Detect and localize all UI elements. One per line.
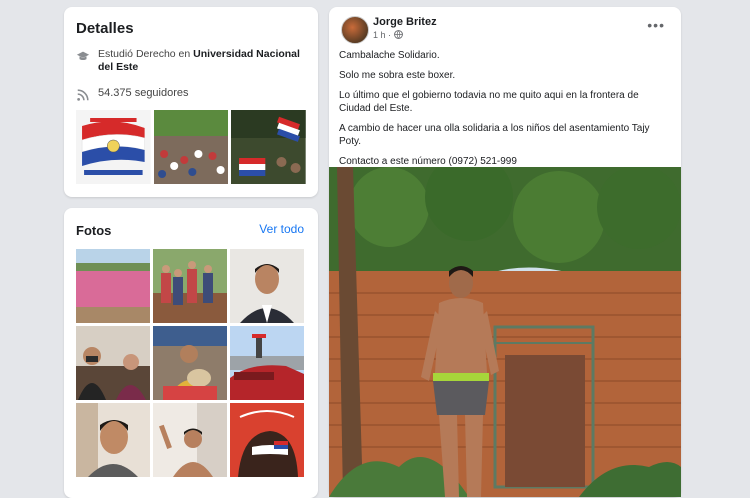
photo-pink-lake[interactable]: [76, 249, 150, 323]
see-all-photos-link[interactable]: Ver todo: [259, 222, 304, 236]
photo-family-group[interactable]: [153, 249, 227, 323]
post-meta: 1 h ·: [373, 30, 403, 40]
post-body: Cambalache Solidario. Solo me sobra este…: [339, 49, 673, 175]
rss-icon: [77, 89, 89, 101]
followers-count[interactable]: 54.375 seguidores: [98, 87, 308, 100]
post-paragraph: Lo último que el gobierno todavia no me …: [339, 90, 639, 114]
post-time[interactable]: 1 h ·: [373, 30, 391, 40]
post-paragraph: Solo me sobra este boxer.: [339, 70, 456, 81]
graduation-cap-icon: [76, 51, 90, 61]
photo-selfie[interactable]: [76, 403, 150, 477]
globe-icon: [393, 30, 403, 39]
featured-photos: [76, 110, 307, 184]
details-card: Detalles Estudió Derecho en Universidad …: [64, 7, 318, 197]
photo-red-car[interactable]: [230, 326, 304, 400]
photos-card: Fotos Ver todo: [64, 208, 318, 498]
post-card: Jorge Britez 1 h · ••• Cambalache Solida…: [329, 7, 681, 497]
photos-grid: [76, 249, 306, 477]
details-title: Detalles: [76, 20, 134, 37]
photo-red-poster[interactable]: [230, 403, 304, 477]
education-text: Estudió Derecho en Universidad Nacional …: [98, 48, 308, 74]
education-prefix: Estudió Derecho en: [98, 48, 194, 60]
photo-masked-people[interactable]: [76, 326, 150, 400]
featured-photo-crowd[interactable]: [153, 110, 229, 184]
photos-title: Fotos: [76, 223, 112, 238]
photo-portrait-suit[interactable]: [230, 249, 304, 323]
post-paragraph: Cambalache Solidario.: [339, 50, 440, 61]
photo-man-gesturing[interactable]: [153, 403, 227, 477]
author-avatar[interactable]: [341, 16, 369, 44]
post-author[interactable]: Jorge Britez: [373, 16, 437, 28]
featured-photo-flag-logo[interactable]: [76, 110, 151, 184]
post-photo[interactable]: [329, 167, 681, 497]
featured-photo-flag-rally[interactable]: [231, 110, 307, 184]
post-paragraph: A cambio de hacer una olla solidaria a l…: [339, 123, 650, 147]
more-options-icon[interactable]: •••: [647, 17, 665, 33]
photo-child-with-dog[interactable]: [153, 326, 227, 400]
